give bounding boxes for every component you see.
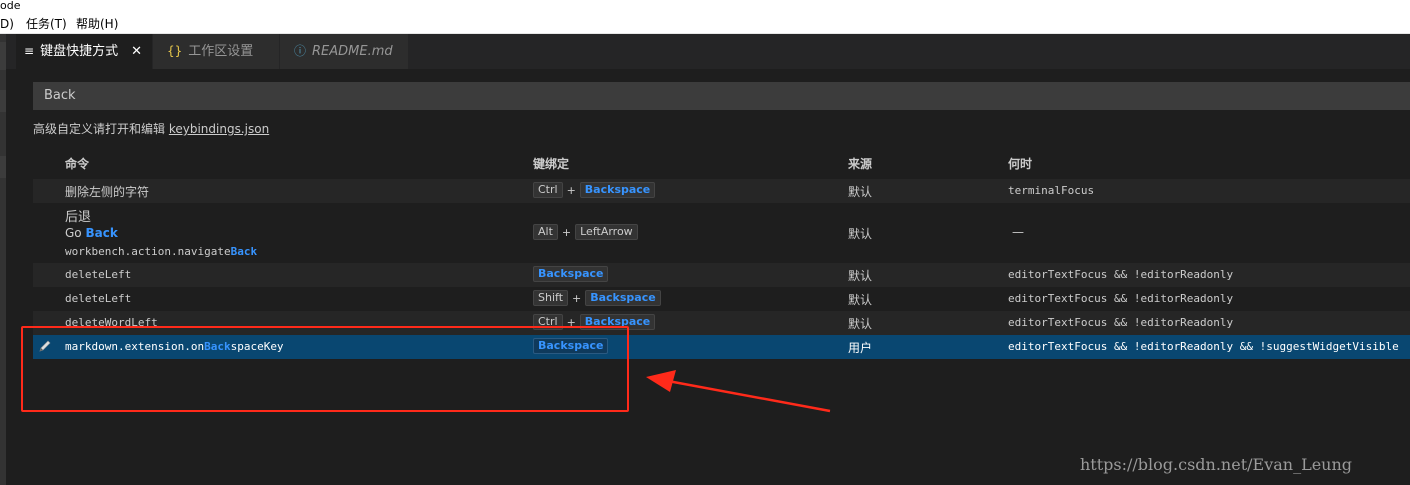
braces-icon: {}: [167, 44, 183, 58]
when-cell: —: [1012, 225, 1024, 239]
when-cell: terminalFocus: [1008, 184, 1095, 197]
window-title: ode: [0, 0, 1410, 14]
command-label: Go Back: [65, 226, 118, 240]
key-cap: Backspace: [579, 182, 656, 198]
tab-bar: ≡ 键盘快捷方式 ✕ {} 工作区设置 ⓘ README.md: [6, 34, 1410, 69]
hint-text: 高级自定义请打开和编辑: [33, 122, 166, 136]
menu-bar: D) 任务(T) 帮助(H): [0, 14, 1410, 34]
column-header-when[interactable]: 何时: [1008, 155, 1032, 173]
command-title: 后退: [65, 210, 92, 225]
when-cell: editorTextFocus && !editorReadonly: [1008, 292, 1234, 305]
table-row[interactable]: 删除左侧的字符 Ctrl + Backspace 默认 terminalFocus: [33, 179, 1410, 203]
column-header-keybinding[interactable]: 键绑定: [533, 155, 569, 173]
command-cell: 删除左侧的字符: [65, 185, 150, 199]
keybinding-cell: Alt + LeftArrow: [533, 224, 638, 240]
highlight-box: [21, 326, 629, 412]
keybinding-cell: Shift + Backspace: [533, 290, 661, 306]
column-header-source[interactable]: 来源: [848, 155, 872, 173]
source-cell: 默认: [848, 269, 873, 283]
command-match: Back: [230, 245, 258, 258]
when-cell: editorTextFocus && !editorReadonly: [1008, 316, 1234, 329]
advanced-hint: 高级自定义请打开和编辑 keybindings.json: [33, 121, 269, 137]
command-label-text: Go: [65, 226, 86, 240]
key-cap: Backspace: [533, 266, 609, 282]
menu-item-tasks[interactable]: 任务(T): [26, 14, 67, 34]
menu-item-debug[interactable]: D): [0, 14, 14, 34]
source-cell: 用户: [848, 341, 873, 355]
keybinding-cell: Ctrl + Backspace: [533, 182, 656, 198]
search-input[interactable]: [33, 82, 1410, 110]
table-row[interactable]: 后退 Go Back workbench.action.navigateBack…: [33, 203, 1410, 263]
command-match: Back: [85, 226, 118, 240]
tab-label: 键盘快捷方式: [40, 44, 119, 59]
info-icon: ⓘ: [294, 44, 307, 58]
keybinding-cell: Backspace: [533, 266, 609, 282]
tab-label: README.md: [312, 44, 393, 59]
activity-item[interactable]: [0, 156, 6, 178]
key-plus: +: [572, 291, 582, 305]
menu-lines-icon: ≡: [24, 44, 35, 58]
source-cell: 默认: [848, 227, 873, 241]
watermark: https://blog.csdn.net/Evan_Leung: [1080, 455, 1353, 474]
when-cell: editorTextFocus && !editorReadonly: [1008, 268, 1234, 281]
source-cell: 默认: [848, 317, 873, 331]
source-cell: 默认: [848, 185, 873, 199]
command-cell: deleteLeft: [65, 292, 132, 305]
keybindings-json-link[interactable]: keybindings.json: [169, 122, 269, 136]
column-header-command[interactable]: 命令: [65, 155, 89, 173]
activity-item[interactable]: [0, 90, 6, 112]
close-icon[interactable]: ✕: [131, 34, 142, 69]
menu-item-help[interactable]: 帮助(H): [76, 14, 118, 34]
key-cap: Backspace: [585, 290, 661, 306]
tab-label: 工作区设置: [188, 44, 254, 59]
when-cell: editorTextFocus && !editorReadonly && !s…: [1008, 340, 1399, 353]
key-cap: Alt: [533, 224, 558, 240]
key-match: Backspace: [584, 183, 651, 196]
source-cell: 默认: [848, 293, 873, 307]
command-id-text: workbench.action.navigate: [65, 245, 231, 258]
key-cap: LeftArrow: [575, 224, 638, 240]
tab-readme[interactable]: ⓘ README.md: [280, 34, 408, 69]
command-id: workbench.action.navigateBack: [65, 245, 257, 258]
activity-bar: [0, 34, 6, 485]
command-cell: deleteLeft: [65, 268, 132, 281]
key-match: Backspace: [590, 291, 656, 304]
table-row[interactable]: deleteLeft Backspace 默认 editorTextFocus …: [33, 263, 1410, 287]
key-plus: +: [561, 225, 572, 239]
tab-keyboard-shortcuts[interactable]: ≡ 键盘快捷方式 ✕: [16, 34, 152, 69]
table-row[interactable]: deleteLeft Shift + Backspace 默认 editorText…: [33, 287, 1410, 311]
key-cap: Shift: [533, 290, 569, 306]
tab-workspace-settings[interactable]: {} 工作区设置: [153, 34, 279, 69]
key-cap: Ctrl: [533, 182, 563, 198]
key-plus: +: [566, 183, 576, 197]
key-match: Backspace: [538, 267, 604, 280]
